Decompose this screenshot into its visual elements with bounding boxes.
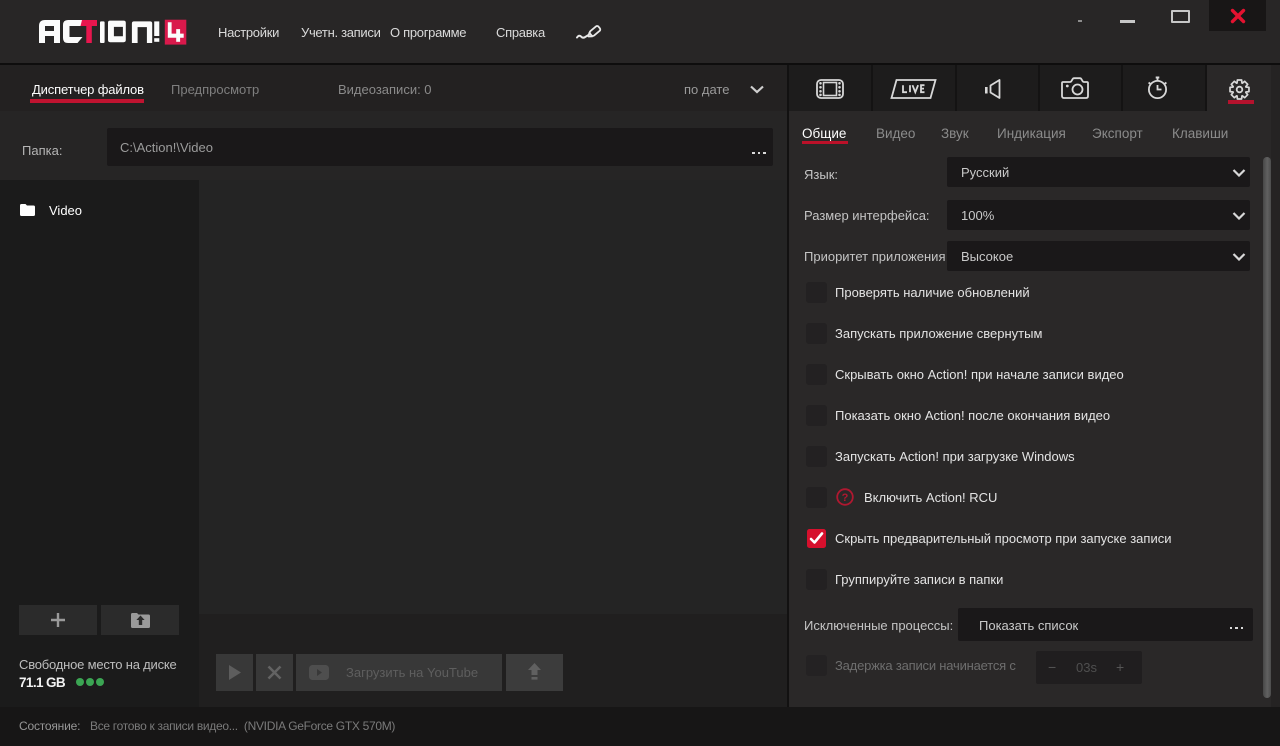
svg-text:?: ? bbox=[842, 492, 849, 504]
